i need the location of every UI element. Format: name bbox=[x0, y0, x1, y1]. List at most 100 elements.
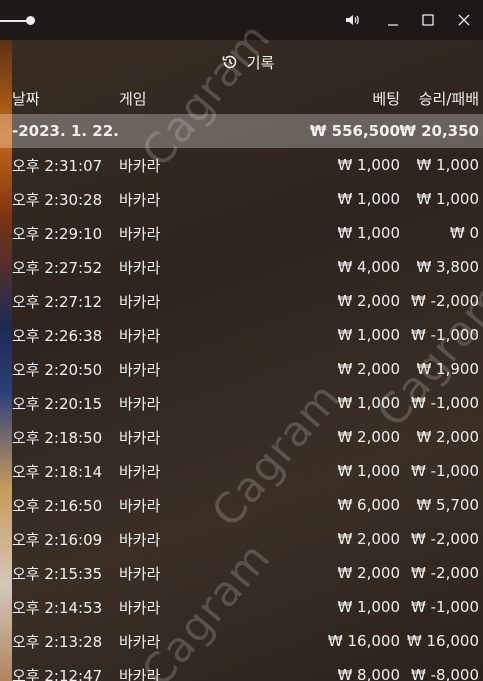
table-row[interactable]: 오후 2:15:35 바카라 ₩ 2,000 ₩ -2,000 bbox=[0, 556, 483, 590]
row-bet: ₩ 1,000 bbox=[337, 224, 400, 242]
date-summary-row[interactable]: -2023. 1. 22. ₩ 556,500 ₩ 20,350 bbox=[0, 114, 483, 148]
row-winloss: ₩ 0 bbox=[449, 224, 479, 242]
row-time: 오후 2:30:28 bbox=[12, 190, 103, 209]
maximize-icon[interactable] bbox=[416, 8, 440, 32]
row-game: 바카라 bbox=[119, 598, 161, 617]
volume-slider[interactable] bbox=[0, 14, 48, 28]
row-game: 바카라 bbox=[119, 190, 161, 209]
row-winloss: ₩ -1,000 bbox=[411, 598, 479, 616]
row-winloss: ₩ -8,000 bbox=[411, 666, 479, 681]
table-row[interactable]: 오후 2:16:50 바카라 ₩ 6,000 ₩ 5,700 bbox=[0, 488, 483, 522]
history-rows: 오후 2:31:07 바카라 ₩ 1,000 ₩ 1,000 오후 2:30:28 바카라… bbox=[0, 148, 483, 681]
row-time: 오후 2:27:12 bbox=[12, 292, 103, 311]
table-row[interactable]: 오후 2:27:52 바카라 ₩ 4,000 ₩ 3,800 bbox=[0, 250, 483, 284]
table-row[interactable]: 오후 2:30:28 바카라 ₩ 1,000 ₩ 1,000 bbox=[0, 182, 483, 216]
table-row[interactable]: 오후 2:27:12 바카라 ₩ 2,000 ₩ -2,000 bbox=[0, 284, 483, 318]
history-icon bbox=[222, 55, 236, 69]
row-time: 오후 2:14:53 bbox=[12, 598, 103, 617]
summary-bet-total: ₩ 556,500 bbox=[309, 122, 400, 140]
table-row[interactable]: 오후 2:13:28 바카라 ₩ 16,000 ₩ 16,000 bbox=[0, 624, 483, 658]
row-game: 바카라 bbox=[119, 258, 161, 277]
row-time: 오후 2:13:28 bbox=[12, 632, 103, 651]
row-winloss: ₩ -2,000 bbox=[411, 292, 479, 310]
row-game: 바카라 bbox=[119, 496, 161, 515]
row-winloss: ₩ 16,000 bbox=[406, 632, 479, 650]
volume-slider-knob[interactable] bbox=[26, 16, 35, 25]
row-game: 바카라 bbox=[119, 360, 161, 379]
row-bet: ₩ 1,000 bbox=[337, 326, 400, 344]
history-window: 기록 날짜 게임 베팅 승리/패배 -2023. 1. 22. ₩ 556,50… bbox=[0, 0, 483, 681]
table-row[interactable]: 오후 2:14:53 바카라 ₩ 1,000 ₩ -1,000 bbox=[0, 590, 483, 624]
row-winloss: ₩ -1,000 bbox=[411, 326, 479, 344]
row-bet: ₩ 16,000 bbox=[327, 632, 400, 650]
row-bet: ₩ 2,000 bbox=[337, 428, 400, 446]
speaker-icon[interactable] bbox=[340, 8, 364, 32]
table-row[interactable]: 오후 2:16:09 바카라 ₩ 2,000 ₩ -2,000 bbox=[0, 522, 483, 556]
title-bar bbox=[0, 0, 483, 40]
row-bet: ₩ 8,000 bbox=[337, 666, 400, 681]
row-time: 오후 2:20:15 bbox=[12, 394, 103, 413]
row-time: 오후 2:15:35 bbox=[12, 564, 103, 583]
row-time: 오후 2:31:07 bbox=[12, 156, 103, 175]
row-winloss: ₩ -1,000 bbox=[411, 462, 479, 480]
table-row[interactable]: 오후 2:18:50 바카라 ₩ 2,000 ₩ 2,000 bbox=[0, 420, 483, 454]
row-winloss: ₩ 3,800 bbox=[416, 258, 479, 276]
row-time: 오후 2:18:14 bbox=[12, 462, 103, 481]
row-time: 오후 2:16:50 bbox=[12, 496, 103, 515]
row-time: 오후 2:26:38 bbox=[12, 326, 103, 345]
close-icon[interactable] bbox=[452, 8, 476, 32]
row-game: 바카라 bbox=[119, 666, 161, 681]
row-bet: ₩ 1,000 bbox=[337, 156, 400, 174]
column-header-bet: 베팅 bbox=[372, 89, 400, 108]
row-time: 오후 2:29:10 bbox=[12, 224, 103, 243]
table-row[interactable]: 오후 2:29:10 바카라 ₩ 1,000 ₩ 0 bbox=[0, 216, 483, 250]
minimize-icon[interactable] bbox=[381, 8, 405, 32]
row-game: 바카라 bbox=[119, 224, 161, 243]
row-bet: ₩ 2,000 bbox=[337, 292, 400, 310]
row-bet: ₩ 1,000 bbox=[337, 462, 400, 480]
row-bet: ₩ 2,000 bbox=[337, 530, 400, 548]
row-bet: ₩ 1,000 bbox=[337, 394, 400, 412]
row-game: 바카라 bbox=[119, 428, 161, 447]
table-row[interactable]: 오후 2:20:50 바카라 ₩ 2,000 ₩ 1,900 bbox=[0, 352, 483, 386]
column-header-winloss: 승리/패배 bbox=[418, 89, 479, 108]
table-row[interactable]: 오후 2:31:07 바카라 ₩ 1,000 ₩ 1,000 bbox=[0, 148, 483, 182]
row-game: 바카라 bbox=[119, 292, 161, 311]
row-winloss: ₩ 5,700 bbox=[416, 496, 479, 514]
row-bet: ₩ 2,000 bbox=[337, 564, 400, 582]
row-bet: ₩ 2,000 bbox=[337, 360, 400, 378]
row-bet: ₩ 1,000 bbox=[337, 598, 400, 616]
column-header-date: 날짜 bbox=[12, 89, 40, 108]
row-game: 바카라 bbox=[119, 156, 161, 175]
row-winloss: ₩ -1,000 bbox=[411, 394, 479, 412]
row-game: 바카라 bbox=[119, 632, 161, 651]
row-time: 오후 2:20:50 bbox=[12, 360, 103, 379]
table-row[interactable]: 오후 2:12:47 바카라 ₩ 8,000 ₩ -8,000 bbox=[0, 658, 483, 681]
column-header-game: 게임 bbox=[119, 89, 147, 108]
row-bet: ₩ 4,000 bbox=[337, 258, 400, 276]
row-winloss: ₩ -2,000 bbox=[411, 530, 479, 548]
table-header-row: 날짜 게임 베팅 승리/패배 bbox=[0, 82, 483, 114]
table-row[interactable]: 오후 2:20:15 바카라 ₩ 1,000 ₩ -1,000 bbox=[0, 386, 483, 420]
row-winloss: ₩ 2,000 bbox=[416, 428, 479, 446]
row-bet: ₩ 6,000 bbox=[337, 496, 400, 514]
table-row[interactable]: 오후 2:26:38 바카라 ₩ 1,000 ₩ -1,000 bbox=[0, 318, 483, 352]
row-game: 바카라 bbox=[119, 564, 161, 583]
summary-date: -2023. 1. 22. bbox=[12, 122, 119, 140]
history-header: 기록 bbox=[12, 42, 483, 82]
row-time: 오후 2:16:09 bbox=[12, 530, 103, 549]
row-game: 바카라 bbox=[119, 462, 161, 481]
table-row[interactable]: 오후 2:18:14 바카라 ₩ 1,000 ₩ -1,000 bbox=[0, 454, 483, 488]
row-time: 오후 2:12:47 bbox=[12, 666, 103, 681]
row-winloss: ₩ 1,000 bbox=[416, 156, 479, 174]
history-table: 날짜 게임 베팅 승리/패배 -2023. 1. 22. ₩ 556,500 ₩… bbox=[0, 82, 483, 681]
summary-winloss-total: ₩ 20,350 bbox=[399, 122, 479, 140]
row-winloss: ₩ 1,900 bbox=[416, 360, 479, 378]
row-winloss: ₩ -2,000 bbox=[411, 564, 479, 582]
row-time: 오후 2:27:52 bbox=[12, 258, 103, 277]
row-game: 바카라 bbox=[119, 530, 161, 549]
row-bet: ₩ 1,000 bbox=[337, 190, 400, 208]
row-game: 바카라 bbox=[119, 326, 161, 345]
page-title: 기록 bbox=[246, 53, 275, 72]
row-time: 오후 2:18:50 bbox=[12, 428, 103, 447]
